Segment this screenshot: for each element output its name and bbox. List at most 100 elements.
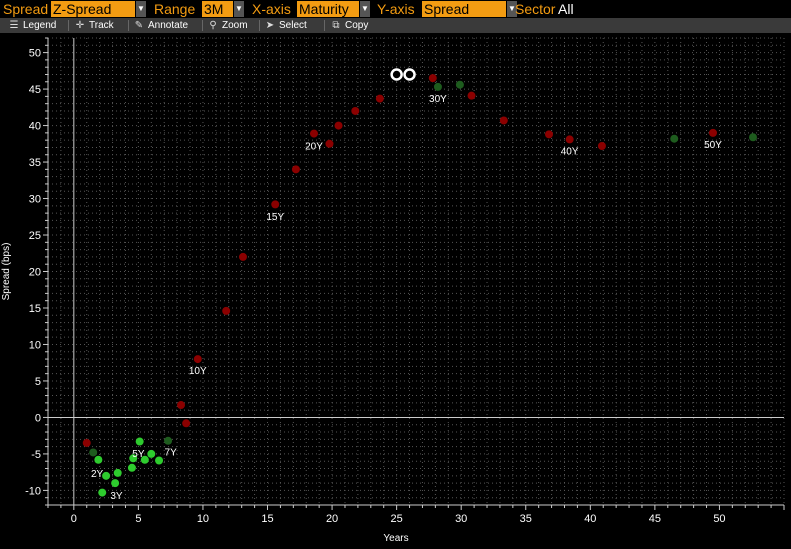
data-point: [291, 165, 300, 174]
x-tick-label: 15: [261, 513, 273, 525]
x-tick-label: 50: [713, 513, 725, 525]
data-point: [82, 438, 91, 447]
tenor-label: 30Y: [429, 94, 447, 105]
copy-button-label: Copy: [345, 20, 369, 31]
sector-value[interactable]: All: [558, 1, 574, 17]
legend-button-label: Legend: [23, 20, 57, 31]
tenor-label: 20Y: [305, 141, 323, 152]
data-point: [499, 116, 508, 125]
x-tick-label: 35: [520, 513, 532, 525]
y-tick-label: 35: [29, 157, 41, 169]
pencil-icon: ✎: [134, 20, 144, 31]
toolbar-divider: [128, 20, 129, 31]
y-tick-label: -5: [31, 449, 41, 461]
sector-label: Sector: [515, 1, 556, 17]
data-point: [193, 355, 202, 364]
data-point: [222, 306, 231, 315]
crosshair-icon: ✛: [75, 20, 85, 31]
data-point: [351, 106, 360, 115]
data-point: [111, 479, 120, 488]
data-point: [102, 471, 111, 480]
zoom-button[interactable]: ⚲ Zoom: [207, 18, 248, 33]
tenor-label: 7Y: [165, 448, 178, 459]
xaxis-dropdown-icon[interactable]: ▼: [360, 1, 370, 17]
tenor-label: 40Y: [561, 146, 579, 157]
y-tick-label: 20: [29, 267, 41, 279]
tenor-label: 15Y: [266, 212, 284, 223]
toolbar-divider: [202, 20, 203, 31]
data-point: [544, 130, 553, 139]
tenor-label: 3Y: [110, 491, 123, 502]
legend-button[interactable]: ☰ Legend: [8, 18, 57, 33]
data-point: [433, 82, 442, 91]
tenor-label: 5Y: [132, 449, 145, 460]
data-point-highlight: [390, 68, 403, 81]
data-point-highlight: [403, 68, 416, 81]
data-point: [98, 488, 107, 497]
y-tick-label: 30: [29, 194, 41, 206]
data-labels: 2Y 3Y 5Y 7Y 10Y 15Y 20Y 30Y 40Y 50Y: [91, 94, 722, 502]
track-button[interactable]: ✛ Track: [74, 18, 114, 33]
data-point: [334, 121, 343, 130]
y-tick-label: 15: [29, 303, 41, 315]
y-tick-label: 5: [35, 376, 41, 388]
chart-toolbar: ☰ Legend ✛ Track ✎ Annotate ⚲ Zoom ➤ Select ⧉…: [0, 18, 791, 33]
header-bar: Spread Z-Spread ▼ Range 3M ▼ X-axis Matu…: [0, 0, 791, 18]
tenor-label: 2Y: [91, 469, 104, 480]
x-tick-label: 25: [391, 513, 403, 525]
y-tick-label: 40: [29, 121, 41, 133]
y-tick-label: 25: [29, 230, 41, 242]
x-tick-label: 40: [584, 513, 596, 525]
select-button-label: Select: [279, 20, 307, 31]
y-tick-label: -10: [25, 485, 41, 497]
copy-button[interactable]: ⧉ Copy: [330, 18, 368, 33]
zoom-button-label: Zoom: [222, 20, 248, 31]
y-tick-label: 0: [35, 412, 41, 424]
grid: [47, 37, 785, 506]
track-button-label: Track: [89, 20, 114, 31]
select-button[interactable]: ➤ Select: [264, 18, 307, 33]
data-point: [565, 135, 574, 144]
yaxis-label: Y-axis: [377, 1, 415, 17]
copy-icon: ⧉: [332, 20, 340, 31]
tenor-label: 10Y: [189, 366, 207, 377]
toolbar-divider: [259, 20, 260, 31]
data-points: [82, 68, 758, 497]
data-point: [708, 128, 717, 137]
spread-dropdown-icon[interactable]: ▼: [136, 1, 146, 17]
magnifier-icon: ⚲: [209, 20, 217, 31]
y-tick-label: 10: [29, 339, 41, 351]
xaxis-select[interactable]: Maturity: [297, 1, 359, 17]
data-point: [309, 129, 318, 138]
y-tick-label: 45: [29, 84, 41, 96]
data-point: [238, 252, 247, 261]
x-tick-label: 10: [197, 513, 209, 525]
x-tick-label: 5: [135, 513, 141, 525]
data-point: [113, 468, 122, 477]
data-point: [155, 456, 164, 465]
spread-label: Spread: [3, 1, 49, 17]
data-point: [135, 437, 144, 446]
data-point: [375, 94, 384, 103]
data-point: [89, 448, 98, 457]
data-point: [597, 141, 606, 150]
data-point: [176, 401, 185, 410]
scatter-chart[interactable]: 0 5 10 15 20 25 30 35 40 45 50 -10 -5 0 5 10 15 20 25 30 35 4…: [0, 33, 791, 549]
yaxis-select[interactable]: Spread: [422, 1, 506, 17]
tenor-label: 50Y: [704, 140, 722, 151]
annotate-button-label: Annotate: [148, 20, 189, 31]
toolbar-divider: [68, 20, 69, 31]
range-dropdown-icon[interactable]: ▼: [234, 1, 244, 17]
data-point: [127, 463, 136, 472]
spread-select[interactable]: Z-Spread: [51, 1, 135, 17]
data-point: [467, 91, 476, 100]
data-point: [749, 133, 758, 142]
data-point: [182, 419, 191, 428]
data-point: [670, 134, 679, 143]
annotate-button[interactable]: ✎ Annotate: [133, 18, 188, 33]
x-axis-label: Years: [383, 533, 408, 544]
y-axis-label: Spread (bps): [1, 243, 12, 301]
range-select[interactable]: 3M: [202, 1, 233, 17]
x-tick-label: 45: [649, 513, 661, 525]
data-point: [147, 449, 156, 458]
